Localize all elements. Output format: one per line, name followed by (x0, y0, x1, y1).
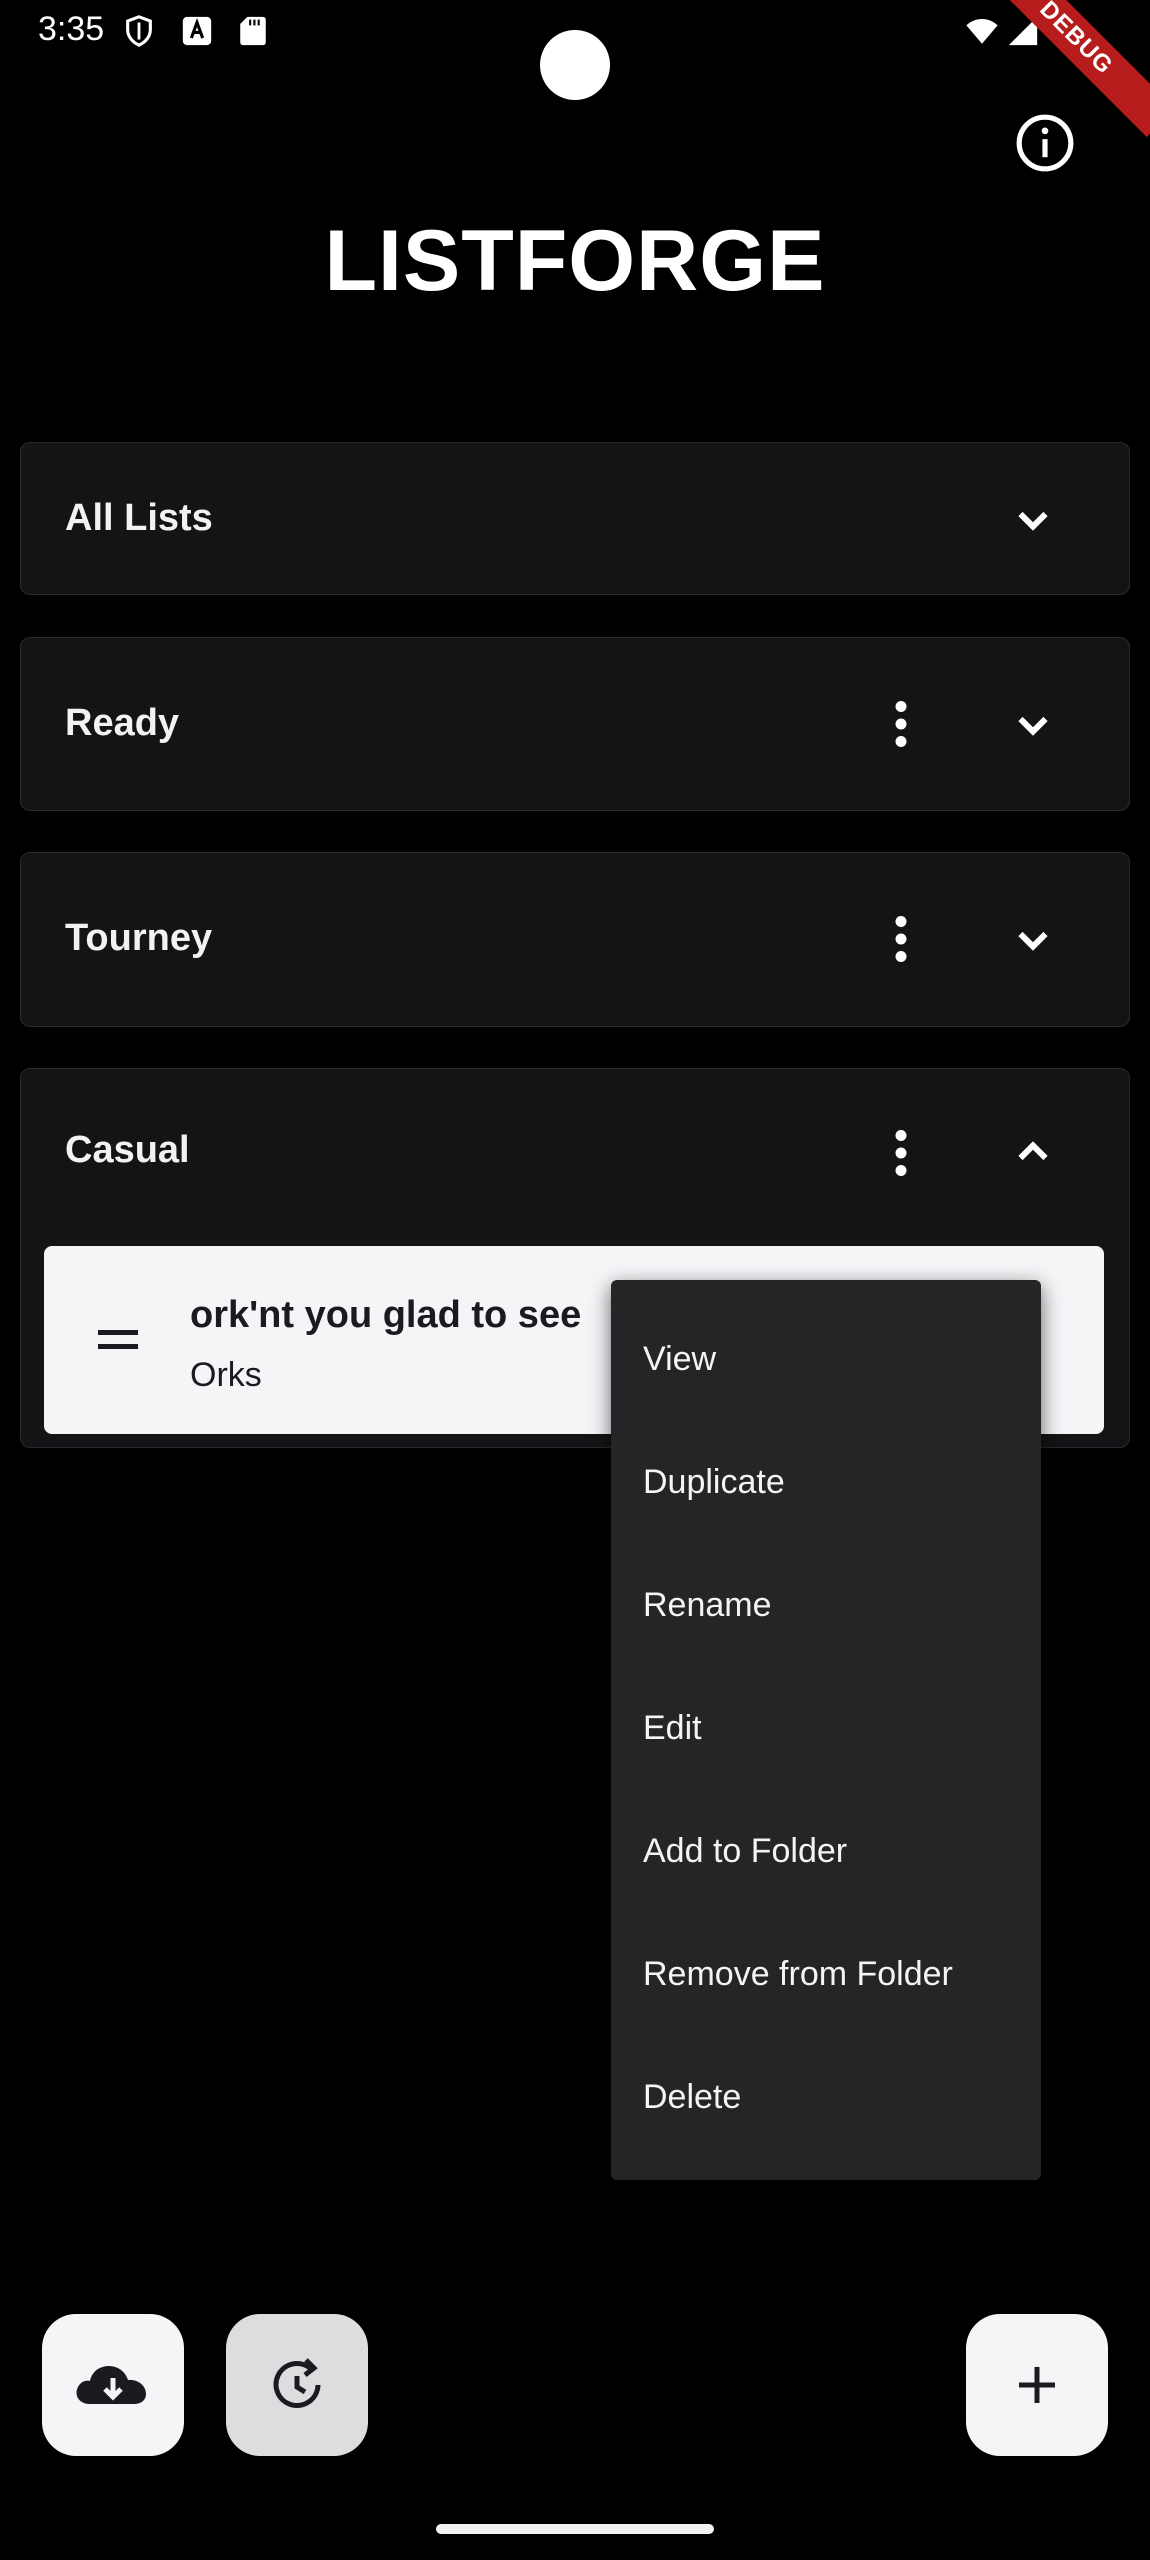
add-list-button[interactable] (966, 2314, 1108, 2456)
status-bar: 3:35 (0, 0, 1150, 100)
restore-icon (273, 2358, 321, 2408)
folder-label: Casual (65, 1129, 190, 1171)
folder-tourney[interactable]: Tourney (20, 852, 1130, 1027)
menu-item-rename[interactable]: Rename (643, 1586, 772, 1625)
folder-all-lists[interactable]: All Lists (20, 442, 1130, 595)
more-vert-icon[interactable] (871, 909, 931, 969)
more-vert-icon[interactable] (871, 694, 931, 754)
drag-handle-icon[interactable] (96, 1322, 140, 1358)
sd-card-icon (240, 16, 266, 46)
list-item-title: ork'nt you glad to see (190, 1294, 582, 1336)
chevron-down-icon[interactable] (1003, 909, 1063, 969)
import-button[interactable] (42, 2314, 184, 2456)
page-title: LISTFORGE (324, 213, 826, 309)
app-screen: 3:35 DEBUG LISTFORGE All Lists Ready Tou… (0, 0, 1150, 2560)
restore-button[interactable] (226, 2314, 368, 2456)
shield-icon (126, 15, 152, 47)
context-menu: View Duplicate Rename Edit Add to Folder… (611, 1280, 1041, 2180)
folder-ready[interactable]: Ready (20, 637, 1130, 811)
status-time: 3:35 (38, 10, 105, 48)
menu-item-view[interactable]: View (643, 1340, 716, 1379)
folder-label: Ready (65, 702, 180, 744)
menu-item-delete[interactable]: Delete (643, 2078, 741, 2117)
menu-item-duplicate[interactable]: Duplicate (643, 1463, 785, 1502)
chevron-down-icon[interactable] (1003, 694, 1063, 754)
folder-label: Tourney (65, 917, 213, 959)
chevron-up-icon[interactable] (1003, 1123, 1063, 1183)
menu-item-add-to-folder[interactable]: Add to Folder (643, 1832, 847, 1871)
cloud-download-icon (76, 2366, 146, 2404)
home-indicator[interactable] (436, 2524, 714, 2534)
text-a-icon (182, 16, 212, 46)
folder-label: All Lists (65, 497, 213, 539)
chevron-down-icon[interactable] (1003, 489, 1063, 549)
menu-item-edit[interactable]: Edit (643, 1709, 702, 1748)
add-icon (1019, 2367, 1055, 2403)
camera-cutout (540, 30, 610, 100)
list-item-subtitle: Orks (190, 1356, 262, 1394)
info-icon[interactable] (1014, 112, 1076, 174)
more-vert-icon[interactable] (871, 1123, 931, 1183)
menu-item-remove-from-folder[interactable]: Remove from Folder (643, 1955, 953, 1994)
wifi-icon (966, 18, 998, 44)
